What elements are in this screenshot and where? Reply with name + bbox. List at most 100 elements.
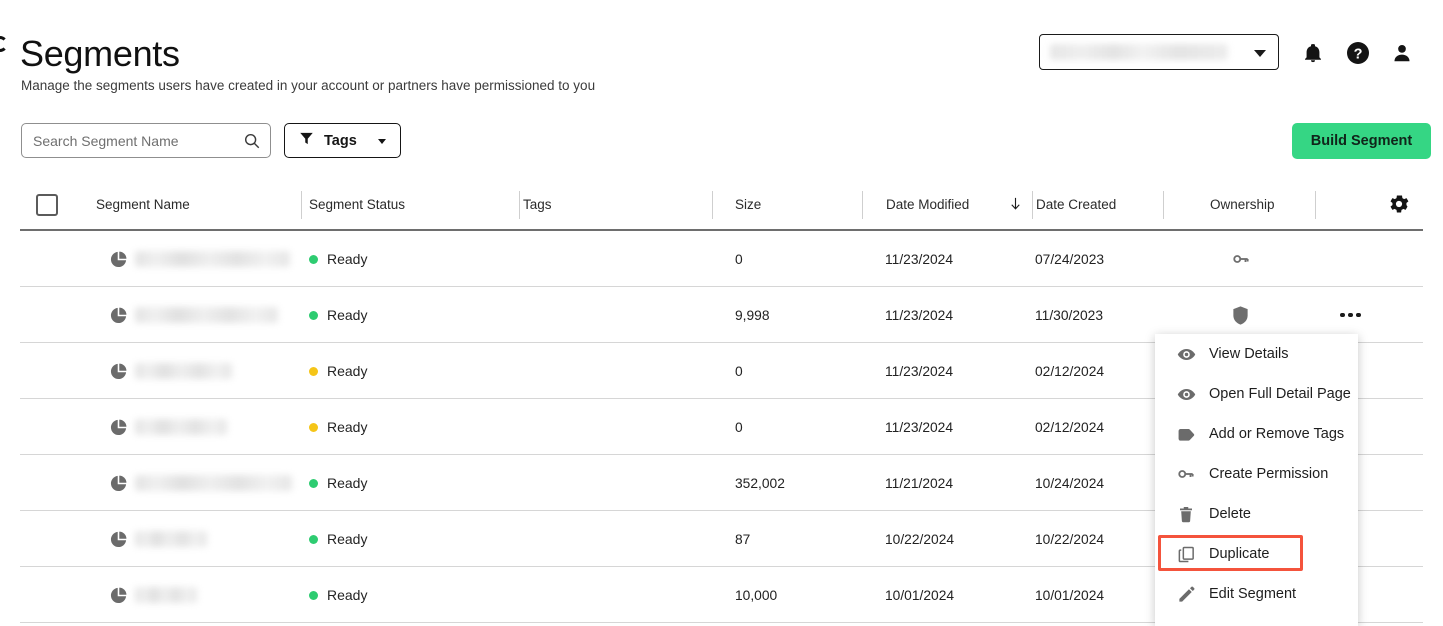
column-header-size[interactable]: Size — [735, 197, 761, 212]
context-menu-item-open-full-detail-page[interactable]: Open Full Detail Page — [1155, 374, 1358, 414]
column-header-date-created[interactable]: Date Created — [1036, 197, 1116, 212]
date-modified-value: 11/23/2024 — [885, 419, 954, 435]
table-row[interactable]: Ready 0 11/23/2024 07/24/2023 — [20, 231, 1423, 287]
status-badge: Ready — [309, 567, 367, 623]
context-menu-item-label: Edit Segment — [1209, 586, 1297, 602]
size-value: 352,002 — [735, 475, 785, 491]
search-box[interactable] — [21, 123, 271, 158]
context-menu-item-delete[interactable]: Delete — [1155, 494, 1358, 534]
pencil-icon — [1173, 585, 1199, 604]
column-divider — [301, 191, 302, 219]
status-badge: Ready — [309, 343, 367, 399]
context-menu-item-label: View Details — [1209, 346, 1289, 362]
column-divider — [519, 191, 520, 219]
date-created-value: 10/01/2024 — [1035, 587, 1105, 603]
search-input[interactable] — [33, 124, 233, 157]
column-header-segment-status[interactable]: Segment Status — [309, 197, 405, 212]
segment-name-redacted — [135, 419, 227, 435]
date-created-value: 11/30/2023 — [1035, 307, 1104, 323]
column-divider — [862, 191, 863, 219]
segment-name-cell — [135, 287, 278, 343]
pie-chart-icon — [109, 231, 128, 287]
status-dot — [309, 478, 318, 488]
status-dot — [309, 422, 318, 432]
status-label: Ready — [327, 531, 368, 547]
date-modified-value: 11/23/2024 — [885, 307, 954, 323]
date-created-value: 10/22/2024 — [1035, 531, 1105, 547]
bell-icon[interactable] — [1300, 40, 1326, 66]
row-more-actions-button[interactable] — [1340, 312, 1361, 318]
tags-filter-label: Tags — [324, 132, 357, 149]
status-badge: Ready — [309, 511, 367, 567]
column-header-date-modified[interactable]: Date Modified — [886, 197, 969, 212]
date-created-value: 02/12/2024 — [1035, 363, 1105, 379]
segment-name-redacted — [135, 251, 290, 267]
pie-chart-icon — [109, 511, 128, 567]
date-modified-value: 10/22/2024 — [885, 531, 955, 547]
trash-icon — [1173, 505, 1199, 524]
date-created-value: 07/24/2023 — [1035, 251, 1105, 267]
copy-icon — [1173, 545, 1199, 564]
segment-name-cell — [135, 567, 197, 623]
status-dot — [309, 366, 318, 376]
build-segment-button[interactable]: Build Segment — [1292, 123, 1431, 159]
eye-icon — [1173, 345, 1199, 364]
status-badge: Ready — [309, 399, 367, 455]
date-created-value: 10/24/2024 — [1035, 475, 1105, 491]
gear-icon[interactable] — [1387, 192, 1411, 221]
column-divider — [1032, 191, 1033, 219]
chevron-down-icon — [378, 139, 386, 144]
column-header-ownership[interactable]: Ownership — [1210, 197, 1275, 212]
context-menu-item-label: Open Full Detail Page — [1209, 386, 1351, 402]
context-menu-item-edit-segment[interactable]: Edit Segment — [1155, 574, 1358, 614]
edge-artifact — [0, 36, 8, 52]
status-label: Ready — [327, 475, 368, 491]
status-dot — [309, 310, 318, 320]
key-icon — [1173, 464, 1199, 484]
column-divider — [712, 191, 713, 219]
segment-name-redacted — [135, 475, 292, 491]
segment-name-cell — [135, 343, 232, 399]
context-menu-item-label: Delete — [1209, 506, 1251, 522]
column-header-tags[interactable]: Tags — [523, 197, 552, 212]
pie-chart-icon — [109, 287, 128, 343]
pie-chart-icon — [109, 343, 128, 399]
status-badge: Ready — [309, 231, 367, 287]
user-icon[interactable] — [1389, 40, 1415, 66]
context-menu-item-add-or-remove-tags[interactable]: Add or Remove Tags — [1155, 414, 1358, 454]
context-menu-item-view-details[interactable]: View Details — [1155, 334, 1358, 374]
help-circle-icon[interactable]: ? — [1345, 40, 1371, 66]
select-all-checkbox[interactable] — [36, 194, 58, 216]
pie-chart-icon — [109, 399, 128, 455]
column-header-segment-name[interactable]: Segment Name — [96, 197, 190, 212]
key-icon — [1231, 231, 1251, 287]
segment-name-cell — [135, 455, 292, 511]
status-label: Ready — [327, 251, 368, 267]
arrow-down-icon — [1008, 195, 1023, 215]
chevron-down-icon — [1254, 50, 1266, 57]
segment-name-redacted — [135, 307, 278, 323]
pie-chart-icon — [109, 567, 128, 623]
segment-name-cell — [135, 511, 207, 567]
date-created-value: 02/12/2024 — [1035, 419, 1105, 435]
context-menu-item-duplicate[interactable]: Duplicate — [1155, 534, 1358, 574]
search-icon — [243, 132, 261, 155]
column-divider — [1315, 191, 1316, 219]
status-dot — [309, 534, 318, 544]
table-header-row: Segment Name Segment Status Tags Size Da… — [20, 186, 1423, 231]
context-menu-item-label: Duplicate — [1209, 546, 1270, 562]
context-menu-item-create-permission[interactable]: Create Permission — [1155, 454, 1358, 494]
status-dot — [309, 254, 318, 264]
pie-chart-icon — [109, 455, 128, 511]
row-context-menu: View Details Open Full Detail Page Add or … — [1155, 334, 1358, 626]
segment-name-cell — [135, 231, 290, 287]
date-modified-value: 11/21/2024 — [885, 475, 954, 491]
date-modified-value: 11/23/2024 — [885, 251, 954, 267]
filter-funnel-icon — [299, 131, 314, 151]
account-selector[interactable] — [1039, 34, 1279, 70]
segment-name-redacted — [135, 531, 207, 547]
segments-page: Segments Manage the segments users have … — [0, 0, 1443, 626]
svg-text:?: ? — [1354, 47, 1363, 63]
status-label: Ready — [327, 363, 368, 379]
tags-filter-button[interactable]: Tags — [284, 123, 401, 158]
